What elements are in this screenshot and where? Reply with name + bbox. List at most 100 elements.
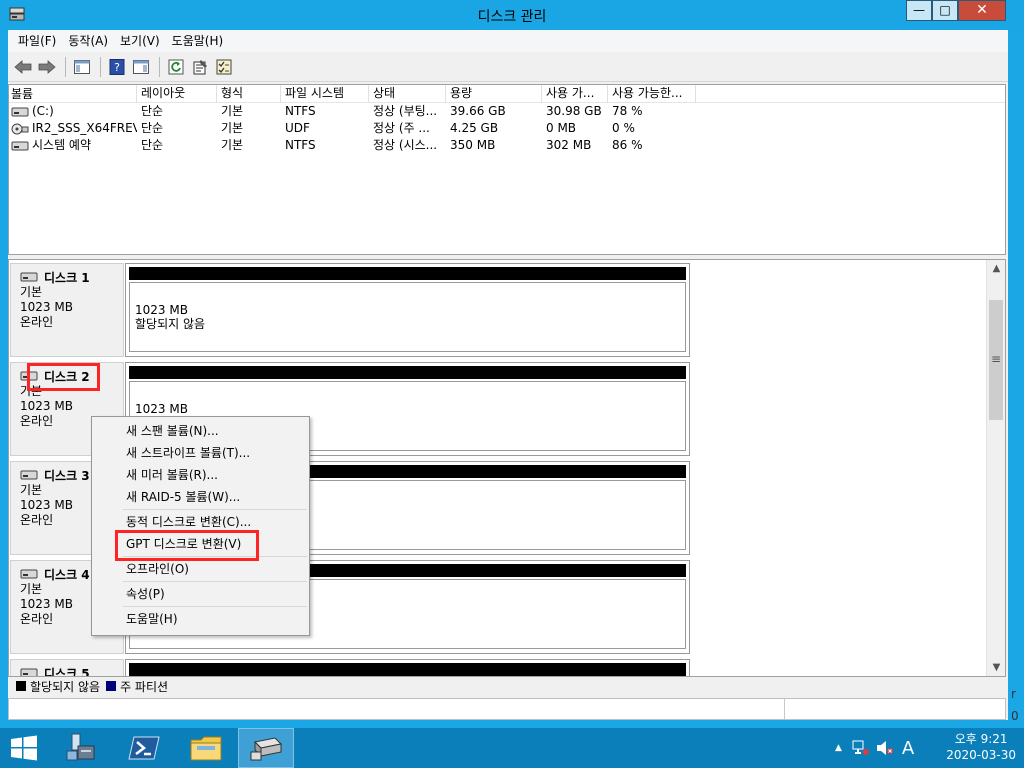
console-tree-icon [74,59,90,74]
volume-row[interactable]: IR2_SSS_X64FREV... 단순 기본 UDF 정상 (주 ... 4… [9,120,1005,137]
disk-label-1[interactable]: 디스크 1 기본 1023 MB 온라인 [10,263,124,357]
back-button[interactable] [12,56,34,78]
column-header-volume[interactable]: 볼륨 [9,85,137,103]
volume-muted-icon[interactable] [876,740,894,756]
unallocated-partition[interactable]: 1023 MB 할당되지 않음 [129,282,686,352]
help-button[interactable]: ? [106,56,128,78]
unallocated-bar [129,267,686,280]
menu-convert-to-gpt[interactable]: GPT 디스크로 변환(V) [92,533,309,555]
partition-area-5[interactable] [125,659,690,676]
powershell-icon [128,736,160,760]
taskbar: ▲ A 오후 9:21 2020-03-30 [0,728,1024,768]
volume-capacity: 4.25 GB [450,121,499,135]
volume-type: 기본 [221,121,244,135]
notification-area: ▲ A [835,728,914,768]
disk-settings-button[interactable] [213,56,235,78]
scroll-thumb[interactable]: ≡ [989,300,1003,420]
volume-free-space: 30.98 GB [546,104,602,118]
legend-unallocated-label: 할당되지 않음 [30,679,101,694]
menu-new-striped-volume[interactable]: 새 스트라이프 볼륨(T)... [92,442,309,464]
show-hidden-icons-arrow-icon[interactable]: ▲ [835,743,842,753]
volume-row[interactable]: 시스템 예약 단순 기본 NTFS 정상 (시스... 350 MB 302 M… [9,137,1005,154]
menu-new-raid5-volume[interactable]: 새 RAID-5 볼륨(W)... [92,486,309,508]
column-header-file-system[interactable]: 파일 시스템 [281,85,369,103]
network-icon[interactable] [852,740,870,756]
menu-help[interactable]: 도움말(H) [166,30,230,52]
menu-new-spanned-volume[interactable]: 새 스팬 볼륨(N)... [92,420,309,442]
forward-button[interactable] [36,56,58,78]
clock-date: 2020-03-30 [946,748,1016,762]
maximize-button[interactable]: □ [932,0,958,21]
disk-icon [20,470,38,480]
disk-icon [20,272,38,282]
disk-management-icon [250,737,283,761]
column-header-capacity[interactable]: 용량 [446,85,542,103]
disk-name: 디스크 5 [44,666,90,677]
column-header-layout[interactable]: 레이아웃 [137,85,217,103]
volume-name: (C:) [32,104,54,118]
partition-area-1[interactable]: 1023 MB 할당되지 않음 [125,263,690,357]
legend-unallocated-swatch [16,681,26,691]
volume-list-header: 볼륨 레이아웃 형식 파일 시스템 상태 용량 사용 가... 사용 가능한..… [9,85,1005,103]
toolbar-separator [159,56,160,77]
disk-view-scrollbar[interactable]: ▲ ≡ ▼ [986,260,1005,676]
volume-row[interactable]: (C:) 단순 기본 NTFS 정상 (부팅... 39.66 GB 30.98… [9,103,1005,120]
disk-icon [20,569,38,579]
volume-status: 정상 (시스... [373,138,438,152]
scroll-up-arrow-icon[interactable]: ▲ [987,260,1005,277]
volume-capacity: 39.66 GB [450,104,506,118]
column-header-free-space[interactable]: 사용 가... [542,85,608,103]
disk-row-5: 디스크 5 [9,656,994,677]
menu-bar: 파일(F) 동작(A) 보기(V) 도움말(H) [8,30,1008,52]
column-header-status[interactable]: 상태 [369,85,446,103]
folder-icon [190,736,222,761]
status-divider [784,699,785,719]
menu-new-mirrored-volume[interactable]: 새 미러 볼륨(R)... [92,464,309,486]
menu-properties[interactable]: 속성(P) [92,583,309,605]
volume-name-cell: (C:) [9,103,137,120]
menu-action[interactable]: 동작(A) [62,30,114,52]
refresh-button[interactable] [165,56,187,78]
volume-file-system: NTFS [285,104,316,118]
menu-offline[interactable]: 오프라인(O) [92,558,309,580]
scroll-down-arrow-icon[interactable]: ▼ [987,659,1005,676]
menu-view[interactable]: 보기(V) [114,30,166,52]
disk-icon [20,668,38,676]
volume-type: 기본 [221,138,244,152]
disk-icon [20,371,38,381]
taskbar-server-manager[interactable] [52,728,108,768]
taskbar-file-explorer[interactable] [178,728,234,768]
menu-file[interactable]: 파일(F) [12,30,62,52]
taskbar-powershell[interactable] [116,728,172,768]
volume-name: 시스템 예약 [32,138,92,152]
partition-status: 할당되지 않음 [135,317,206,331]
windows-start-icon[interactable] [10,735,38,761]
column-header-percent-free[interactable]: 사용 가능한... [608,85,696,103]
clock[interactable]: 오후 9:21 2020-03-30 [946,731,1016,763]
volume-name-cell: 시스템 예약 [9,137,137,154]
edge-text: r [1011,687,1016,701]
toolbar: ? [8,52,1008,82]
hard-drive-icon [11,141,29,150]
close-button[interactable]: ✕ [958,0,1006,21]
show-hide-console-tree-button[interactable] [71,56,93,78]
volume-file-system: NTFS [285,138,316,152]
disk-label-5[interactable]: 디스크 5 [10,659,124,677]
properties-button[interactable] [189,56,211,78]
legend: 할당되지 않음 주 파티션 [8,677,1006,695]
taskbar-disk-management[interactable] [238,728,294,768]
disk-title: 디스크 1 [20,269,123,285]
menu-convert-to-dynamic[interactable]: 동적 디스크로 변환(C)... [92,511,309,533]
column-header-type[interactable]: 형식 [217,85,281,103]
menu-help-item[interactable]: 도움말(H) [92,608,309,630]
menu-separator [123,556,307,557]
input-method-indicator[interactable]: A [902,738,914,759]
disk-size: 1023 MB [20,399,73,413]
partition-size: 1023 MB [135,303,188,317]
minimize-button[interactable]: — [906,0,932,21]
title-bar[interactable]: 디스크 관리 — □ ✕ [0,0,1024,30]
status-bar [8,698,1006,720]
show-hide-action-pane-button[interactable] [130,56,152,78]
toolbar-separator [100,56,101,77]
disk-context-menu: 새 스팬 볼륨(N)... 새 스트라이프 볼륨(T)... 새 미러 볼륨(R… [91,416,310,636]
